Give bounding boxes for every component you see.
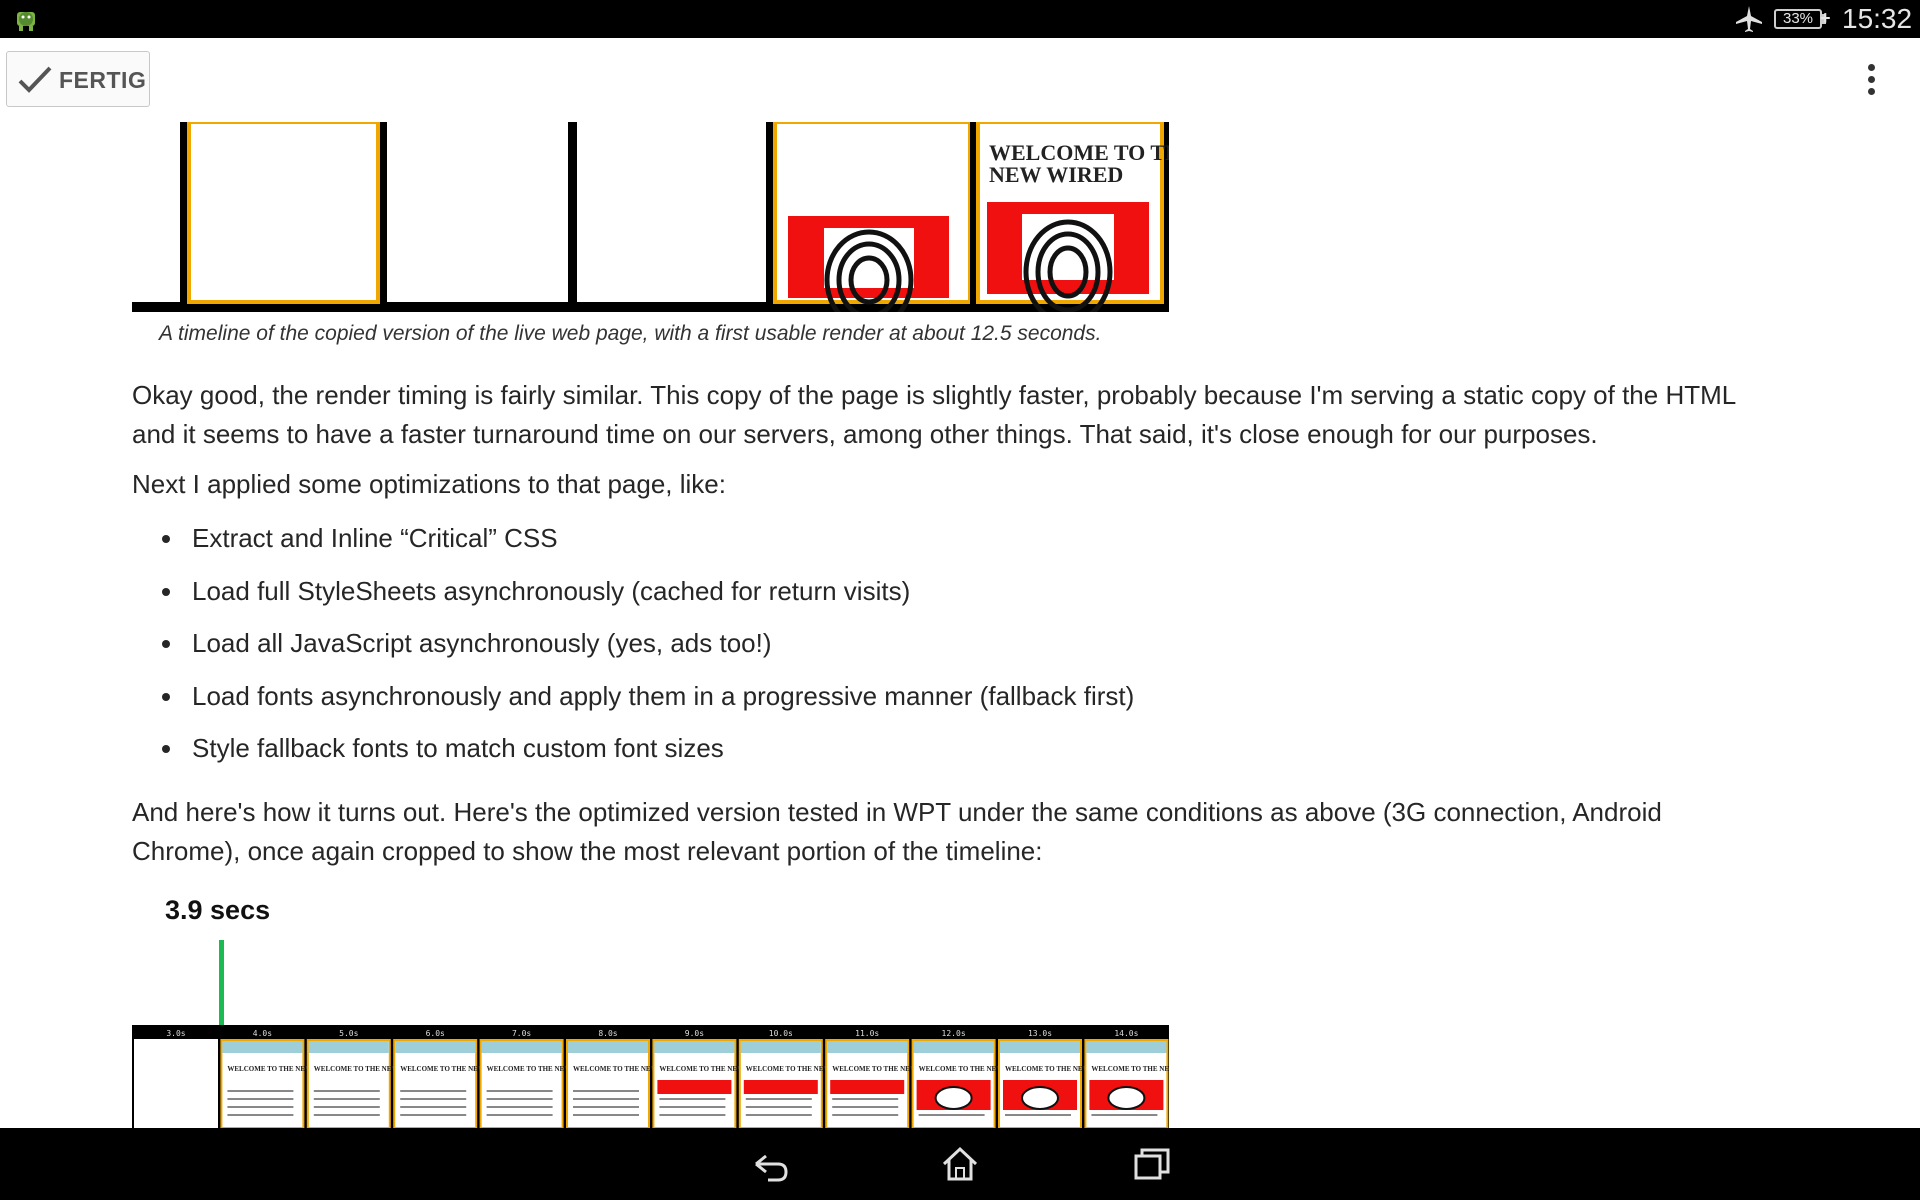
list-item: Style fallback fonts to match custom fon… [132, 729, 1532, 782]
frame-heading: WELCOME TO THE NEW WIRED [1091, 1065, 1169, 1073]
hero-image [743, 1080, 818, 1094]
home-icon[interactable] [938, 1142, 982, 1186]
list-item-text: Load all JavaScript asynchronously (yes,… [192, 628, 772, 658]
article-content[interactable]: WELCOME TO THENEW WIRED A timeline of th… [0, 122, 1920, 1128]
list-item-text: Style fallback fonts to match custom fon… [192, 733, 724, 763]
timeline-figure-optimized-page: 3.0s 4.0sWELCOME TO THE NEW WIRED5.0sWELC… [132, 940, 1169, 1128]
frame-time-label: 8.0s [598, 1029, 617, 1038]
frame-time-label: 10.0s [769, 1029, 793, 1038]
frame-time-label: 14.0s [1114, 1029, 1138, 1038]
bullet-icon [162, 535, 170, 543]
action-bar: FERTIG [0, 38, 1920, 122]
frame-time-label: 11.0s [855, 1029, 879, 1038]
optimization-list: Extract and Inline “Critical” CSS Load f… [132, 519, 1532, 782]
list-item-text: Extract and Inline “Critical” CSS [192, 523, 558, 553]
bullet-icon [162, 640, 170, 648]
render-time-label: 3.9 secs [165, 895, 271, 925]
checkmark-icon [18, 66, 52, 93]
timeline-frame: 14.0s WELCOME TO THE NEW WIRED [1084, 1029, 1169, 1128]
frame-time-label: 12.0s [942, 1029, 966, 1038]
hero-image [830, 1080, 905, 1094]
timeline-figure-copied-page: WELCOME TO THENEW WIRED [132, 122, 1169, 312]
paragraph: And here's how it turns out. Here's the … [132, 797, 1662, 866]
list-item-text: Load fonts asynchronously and apply them… [192, 680, 1135, 711]
clock: 15:32 [1842, 3, 1913, 34]
frame-time-label: 3.0s [166, 1029, 185, 1038]
list-item: Load fonts asynchronously and apply them… [132, 677, 1532, 730]
battery-level: 33% [1782, 10, 1814, 27]
bullet-icon [162, 587, 170, 596]
frame-time-label: 9.0s [685, 1029, 704, 1038]
android-debug-icon [17, 12, 35, 31]
frame-time-label: 6.0s [426, 1029, 445, 1038]
list-item: Load all JavaScript asynchronously (yes,… [132, 624, 1532, 677]
list-item-text: Load full StyleSheets asynchronously (ca… [192, 575, 911, 606]
frame-time-label: 5.0s [339, 1029, 358, 1038]
figure-caption: A timeline of the copied version of the … [159, 322, 1102, 345]
charging-icon: + [1820, 8, 1831, 28]
status-bar: 33% + 15:32 [0, 0, 1920, 38]
timeline-frame: 3.0s [134, 1029, 218, 1128]
list-item: Load full StyleSheets asynchronously (ca… [132, 572, 1532, 625]
frame-time-label: 4.0s [253, 1029, 272, 1038]
done-button[interactable]: FERTIG [6, 51, 150, 107]
overflow-menu-icon[interactable] [1856, 58, 1886, 102]
render-marker-line [219, 940, 224, 1026]
back-icon[interactable] [748, 1142, 792, 1186]
paragraph: Next I applied some optimizations to tha… [132, 469, 726, 499]
navigation-bar [0, 1128, 1920, 1200]
frame-time-label: 13.0s [1028, 1029, 1052, 1038]
done-label: FERTIG [59, 67, 147, 93]
recent-apps-icon[interactable] [1130, 1142, 1174, 1186]
list-item: Extract and Inline “Critical” CSS [132, 519, 1532, 572]
airplane-mode-icon [1736, 6, 1762, 32]
frame-time-label: 7.0s [512, 1029, 531, 1038]
bullet-icon [162, 745, 170, 753]
hero-image [657, 1080, 732, 1094]
paragraph: Okay good, the render timing is fairly s… [132, 380, 1736, 449]
battery-icon: 33% [1774, 9, 1822, 29]
bullet-icon [162, 692, 170, 701]
